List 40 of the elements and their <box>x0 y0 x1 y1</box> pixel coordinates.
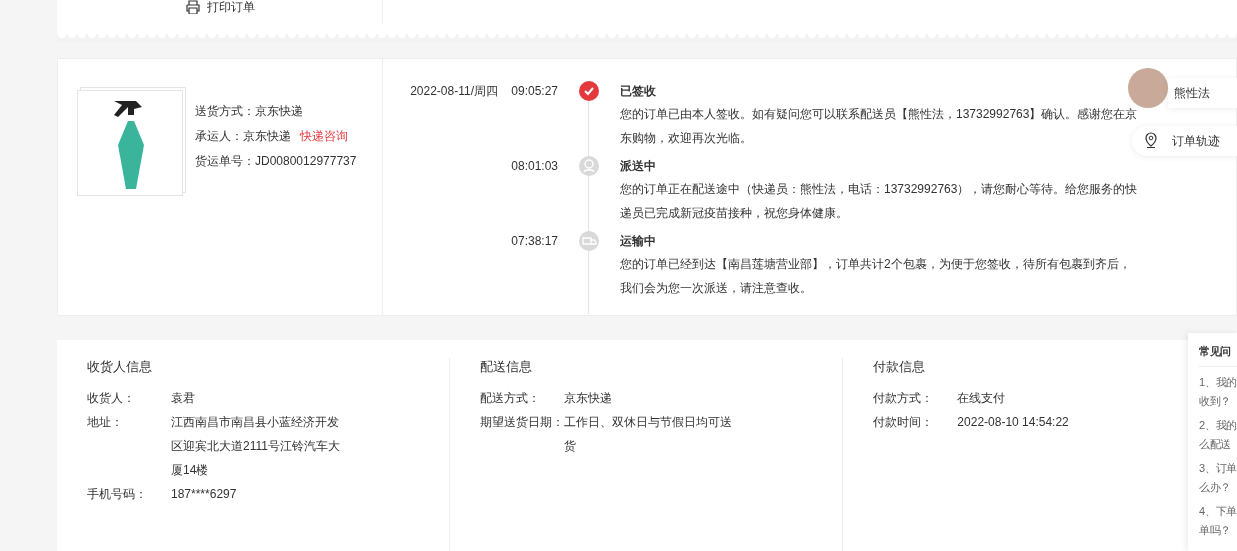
event-title: 已签收 <box>620 83 656 100</box>
courier-name-chip[interactable]: 熊性法 <box>1168 78 1237 108</box>
tracking-date: 2022-08-11/周四 <box>409 83 498 100</box>
printer-icon <box>184 0 201 14</box>
order-track-button[interactable]: 订单轨迹 <box>1132 126 1237 156</box>
event-time: 09:05:27 <box>510 83 558 100</box>
field-label: 付款方式： <box>873 390 935 407</box>
field-value: 在线支付 <box>957 390 1007 407</box>
event-description: 您的订单正在配送途中（快递员：熊性法，电话：13732992763），请您耐心等待。给您服务的快递员已完成新冠疫苗接种，祝您身体健康。 <box>620 181 1139 222</box>
field-label: 配送方式： <box>479 390 541 407</box>
field-label: 付款时间： <box>873 414 935 431</box>
section-title: 收货人信息 <box>87 358 152 376</box>
event-title: 运输中 <box>620 233 656 250</box>
shipment-info-text: 货运单号：JD0080012977737 <box>195 153 357 170</box>
field-value: 江西南昌市南昌县小蓝经济开发区迎宾北大道2111号江铃汽车大厦14楼 <box>171 414 341 479</box>
faq-question-link[interactable]: 1、我的 收到？ <box>1199 373 1237 411</box>
field-value: 工作日、双休日与节假日均可送货 <box>563 414 733 455</box>
location-pin-icon <box>1144 132 1158 150</box>
field-label: 收货人： <box>87 390 136 407</box>
shipment-info-text: 送货方式：京东快递 <box>195 103 304 120</box>
event-time: 07:38:17 <box>510 233 558 250</box>
field-value: 京东快递 <box>563 390 613 407</box>
field-value: 袁君 <box>171 390 196 407</box>
shipment-info-text: 承运人：京东快递 <box>195 128 291 145</box>
field-value: 2022-08-10 14:54:22 <box>957 414 1070 431</box>
section-title: 付款信息 <box>873 358 926 376</box>
field-label: 期望送货日期： <box>479 414 564 431</box>
event-time: 08:01:03 <box>510 158 558 175</box>
faq-question-link[interactable]: 2、我的 么配送 <box>1199 416 1237 454</box>
faq-question-link[interactable]: 4、下单 单吗？ <box>1199 502 1237 540</box>
field-value: 187****6297 <box>171 486 238 503</box>
field-label: 手机号码： <box>87 486 148 503</box>
faq-question-link[interactable]: 3、订单 么办？ <box>1199 459 1237 497</box>
courier-consult-link[interactable]: 快递咨询 <box>300 124 348 149</box>
section-title: 配送信息 <box>479 358 532 376</box>
event-description: 您的订单已经到达【南昌莲塘营业部】，订单共计2个包裹，为便于您签收，待所有包裹到齐后，我们会为您一次派送，请注意查收。 <box>620 256 1132 297</box>
print-order-button[interactable]: 打印订单 <box>184 0 255 14</box>
faq-title: 常见问 <box>1199 344 1232 359</box>
event-title: 派送中 <box>620 158 656 175</box>
field-label: 地址： <box>87 414 124 431</box>
